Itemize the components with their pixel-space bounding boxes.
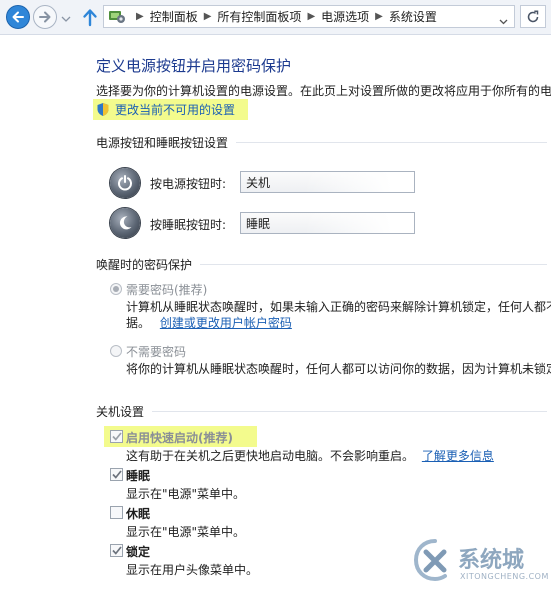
checkmark-icon xyxy=(111,470,122,479)
no-password-description: 将你的计算机从睡眠状态唤醒时，任何人都可以访问你的数据，因为计算机未锁定 xyxy=(126,362,551,376)
address-bar[interactable]: ▶ 控制面板 ▶ 所有控制面板项 ▶ 电源选项 ▶ 系统设置 xyxy=(103,5,515,28)
checkmark-icon xyxy=(111,546,122,555)
power-icon xyxy=(110,168,140,198)
sleep-button-action-select[interactable]: 睡眠 xyxy=(240,212,415,234)
create-password-link[interactable]: 创建或更改用户帐户密码 xyxy=(160,316,292,330)
breadcrumb-item-power-options[interactable]: 电源选项 xyxy=(321,8,369,25)
fast-startup-label: 启用快速启动(推荐) xyxy=(126,431,233,445)
section-divider xyxy=(236,141,547,143)
up-button[interactable] xyxy=(82,7,98,30)
sleep-menu-label: 睡眠 xyxy=(126,469,151,483)
breadcrumb-separator-icon: ▶ xyxy=(307,11,316,22)
sleep-menu-checkbox[interactable] xyxy=(110,468,123,481)
change-unavailable-settings-label: 更改当前不可用的设置 xyxy=(115,103,236,117)
arrow-right-icon xyxy=(39,11,51,23)
require-password-description-end: 据。 xyxy=(126,316,151,330)
breadcrumb-separator-icon: ▶ xyxy=(375,11,383,22)
power-buttons-section-heading: 电源按钮和睡眠按钮设置 xyxy=(96,134,551,150)
power-button-action-select[interactable]: 关机 xyxy=(240,171,415,193)
hibernate-menu-label: 休眠 xyxy=(126,507,151,521)
page-title: 定义电源按钮并启用密码保护 xyxy=(96,57,292,75)
shutdown-section-heading: 关机设置 xyxy=(96,403,551,419)
require-password-radio[interactable] xyxy=(110,283,122,295)
require-password-description: 计算机从睡眠状态唤醒时，如果未输入正确的密码来解除计算机锁定，任何人都不 xyxy=(126,300,551,314)
refresh-icon xyxy=(527,10,539,22)
power-buttons-heading: 电源按钮和睡眠按钮设置 xyxy=(96,135,229,150)
arrow-left-icon xyxy=(12,11,24,23)
fast-startup-description-text: 这有助于在关机之后更快地启动电脑。不会影响重启。 xyxy=(126,449,415,463)
refresh-button[interactable] xyxy=(520,5,546,28)
watermark-logo-icon xyxy=(413,539,447,582)
radio-dot xyxy=(113,286,119,292)
require-password-label: 需要密码(推荐) xyxy=(126,283,208,297)
arrow-up-icon xyxy=(83,9,97,27)
section-divider xyxy=(152,410,547,412)
wake-password-heading: 唤醒时的密码保护 xyxy=(96,257,193,272)
no-password-label: 不需要密码 xyxy=(126,345,187,359)
back-button[interactable] xyxy=(6,5,30,29)
change-unavailable-settings-link[interactable]: 更改当前不可用的设置 xyxy=(93,99,248,120)
sleep-button-action-value: 睡眠 xyxy=(246,216,271,231)
lock-menu-label: 锁定 xyxy=(126,545,151,559)
breadcrumb-item-all-items[interactable]: 所有控制面板项 xyxy=(217,8,301,25)
control-panel-icon xyxy=(109,11,125,23)
select-fade xyxy=(304,213,414,233)
forward-button[interactable] xyxy=(33,5,57,29)
page-description: 选择要为你的计算机设置的电源设置。在此页上对设置所做的更改将应用于你所有的电 xyxy=(96,84,551,98)
watermark: 系统城 XITONGCHENG.COM xyxy=(412,534,548,588)
moon-icon xyxy=(110,208,140,238)
navigation-bar: ▶ 控制面板 ▶ 所有控制面板项 ▶ 电源选项 ▶ 系统设置 xyxy=(0,0,551,35)
breadcrumb-separator-icon: ▶ xyxy=(203,11,212,22)
watermark-brand: 系统城 xyxy=(458,548,525,573)
select-fade xyxy=(304,172,414,192)
lock-menu-description: 显示在用户头像菜单中。 xyxy=(126,563,259,577)
chevron-down-icon xyxy=(61,16,71,22)
fast-startup-description: 这有助于在关机之后更快地启动电脑。不会影响重启。 了解更多信息 xyxy=(126,447,494,464)
power-button-action-value: 关机 xyxy=(246,175,271,190)
shutdown-heading: 关机设置 xyxy=(96,404,145,419)
sleep-button-label: 按睡眠按钮时: xyxy=(150,218,227,232)
no-password-radio[interactable] xyxy=(110,345,122,357)
lock-menu-checkbox[interactable] xyxy=(110,544,123,557)
recent-locations-button[interactable] xyxy=(61,12,71,26)
wake-password-section-heading: 唤醒时的密码保护 xyxy=(96,256,551,272)
section-divider xyxy=(200,263,547,265)
hibernate-menu-checkbox[interactable] xyxy=(110,506,123,519)
checkmark-icon xyxy=(111,432,122,441)
hibernate-menu-description: 显示在"电源"菜单中。 xyxy=(126,525,246,539)
watermark-url: XITONGCHENG.COM xyxy=(460,572,549,581)
address-history-button[interactable] xyxy=(499,14,508,28)
breadcrumb-separator-icon: ▶ xyxy=(136,11,144,22)
chevron-down-icon xyxy=(499,19,508,25)
require-password-description-line2: 据。 创建或更改用户帐户密码 xyxy=(126,314,292,331)
sleep-menu-description: 显示在"电源"菜单中。 xyxy=(126,487,246,501)
fast-startup-checkbox[interactable] xyxy=(110,430,123,443)
breadcrumb-item-control-panel[interactable]: 控制面板 xyxy=(150,8,198,25)
power-button-label: 按电源按钮时: xyxy=(150,177,227,191)
uac-shield-icon xyxy=(97,103,109,116)
breadcrumb: ▶ 控制面板 ▶ 所有控制面板项 ▶ 电源选项 ▶ 系统设置 xyxy=(130,6,492,27)
learn-more-link[interactable]: 了解更多信息 xyxy=(422,449,494,463)
main-content: 定义电源按钮并启用密码保护 选择要为你的计算机设置的电源设置。在此页上对设置所做… xyxy=(0,34,551,589)
breadcrumb-item-system-settings[interactable]: 系统设置 xyxy=(389,8,437,25)
